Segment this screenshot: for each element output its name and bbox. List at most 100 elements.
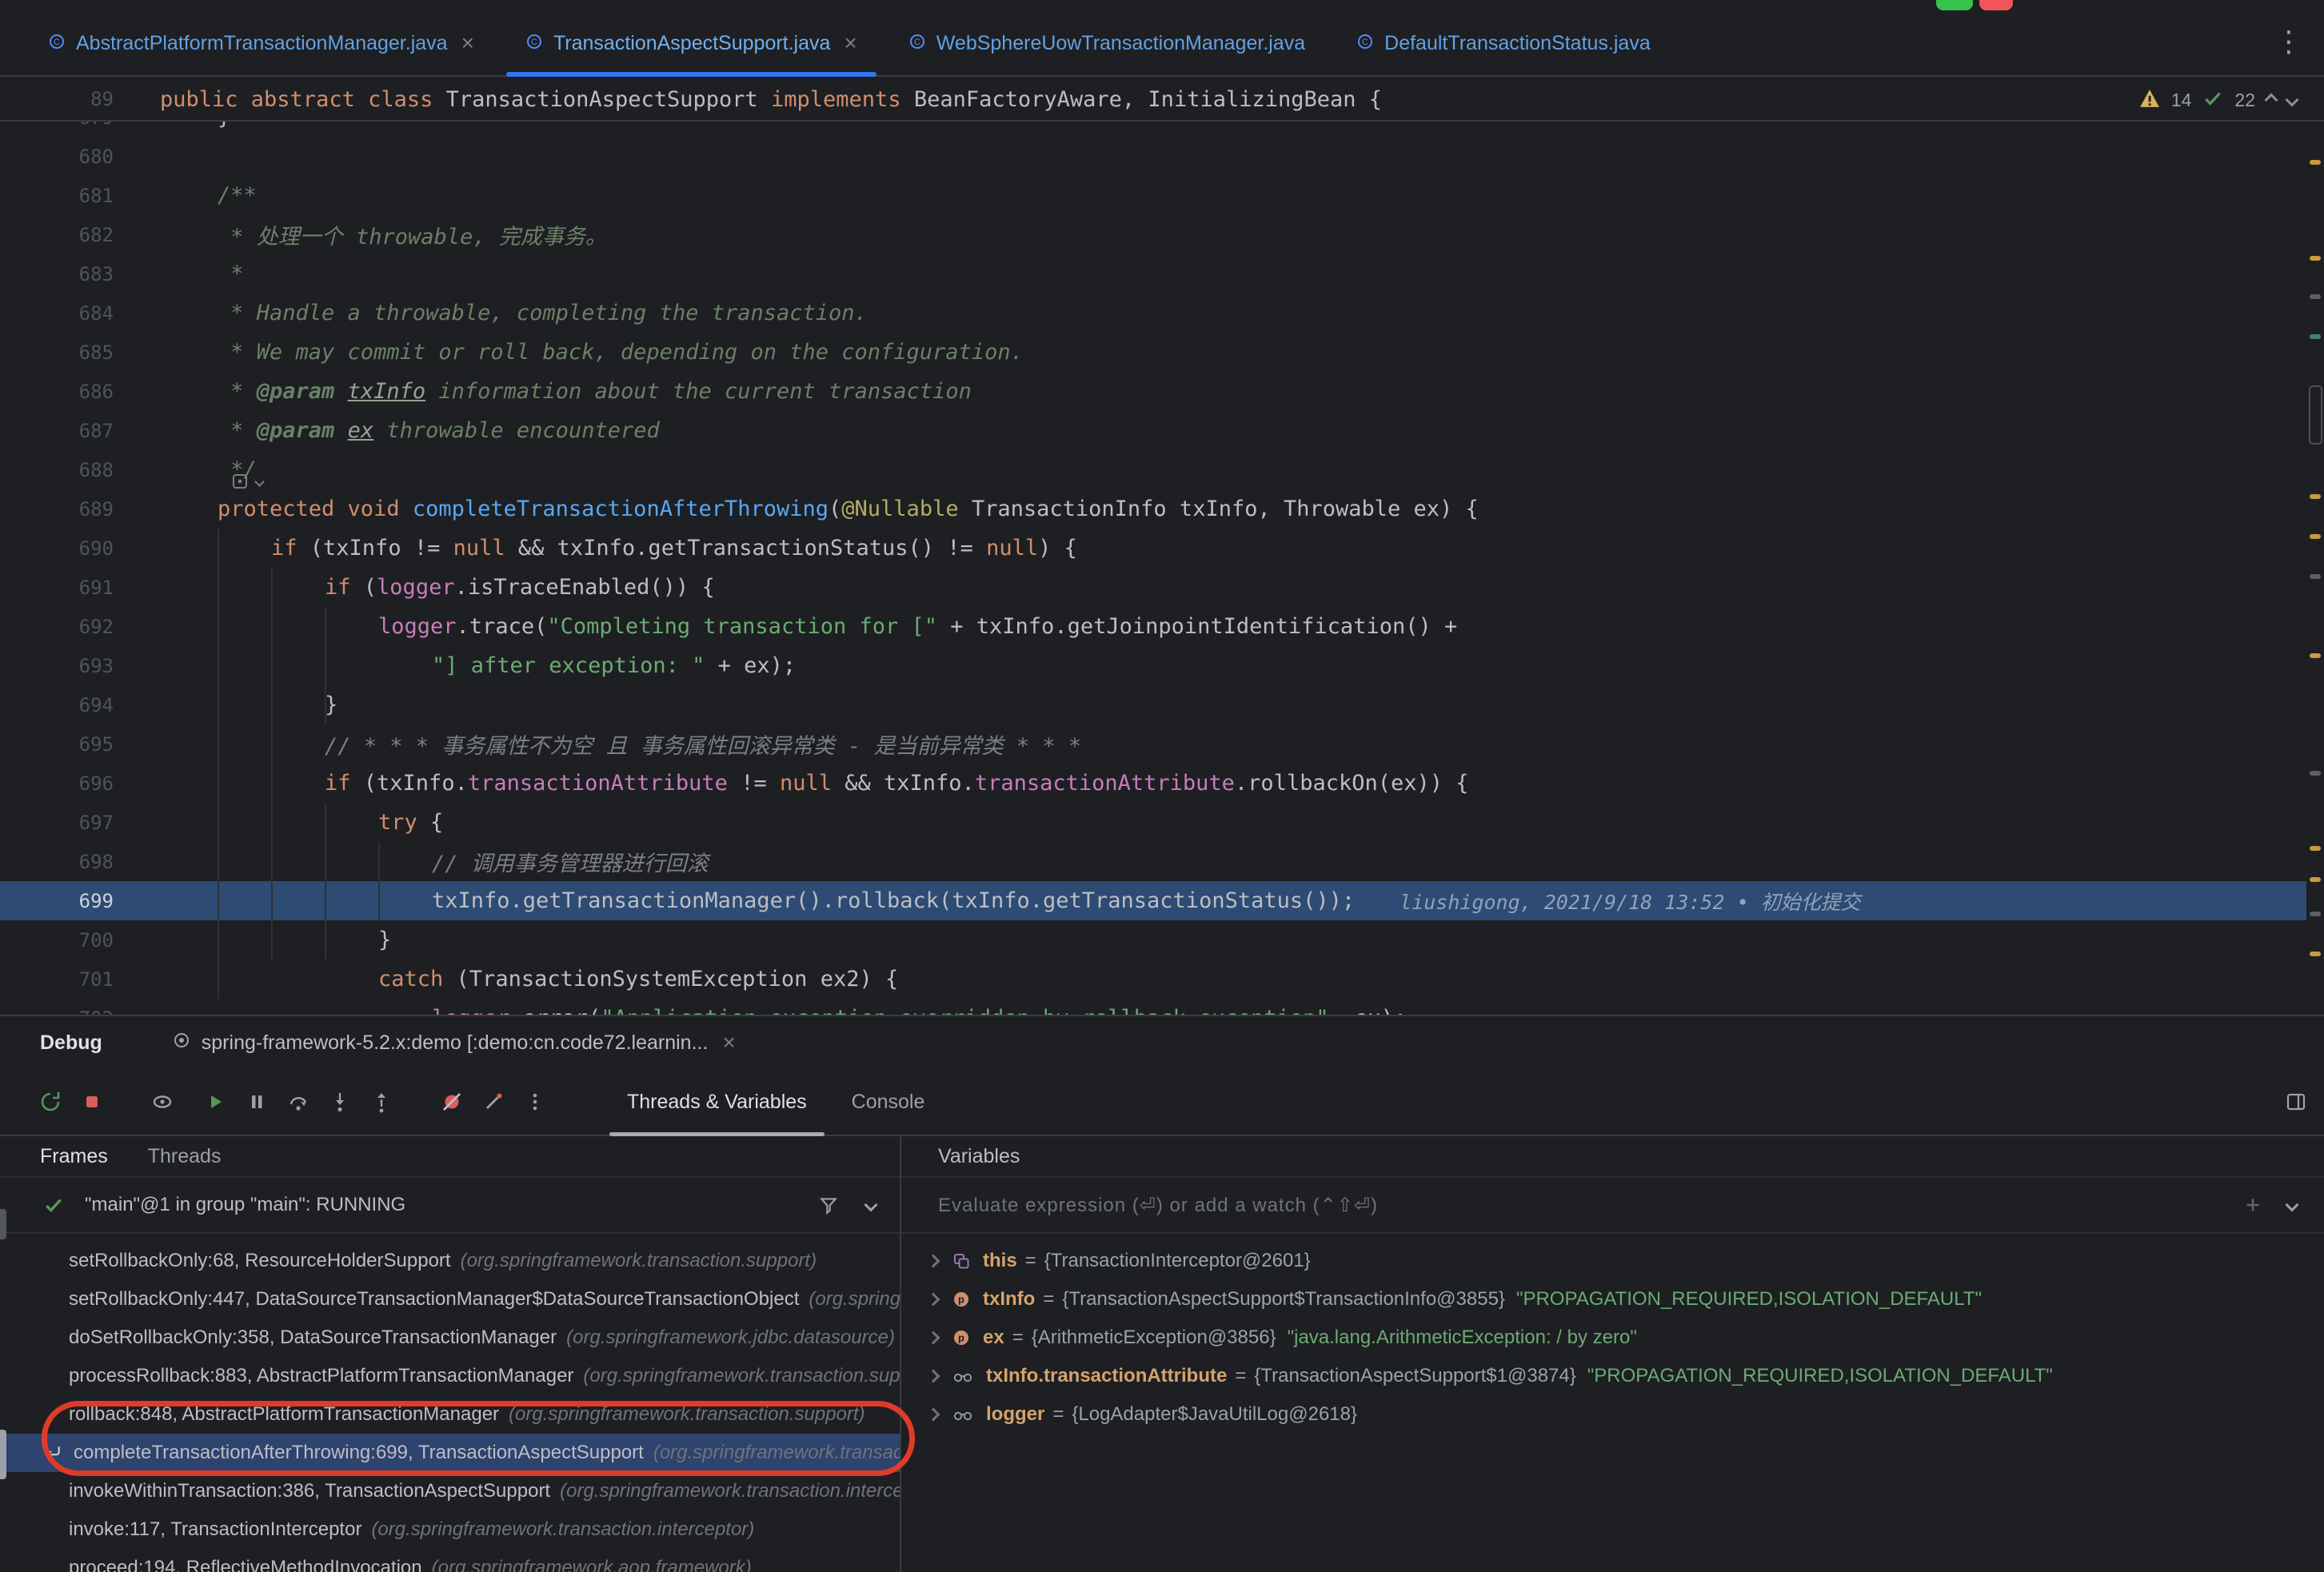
expand-chevron-icon[interactable] — [927, 1408, 940, 1422]
code-line[interactable]: 689protected void completeTransactionAft… — [0, 489, 2306, 529]
line-number[interactable]: 695 — [0, 733, 160, 756]
expand-chevron-icon[interactable] — [927, 1255, 940, 1268]
code-line[interactable]: 691if (logger.isTraceEnabled()) { — [0, 568, 2306, 607]
layout-settings-icon[interactable] — [2284, 1090, 2308, 1114]
line-number[interactable]: 699 — [0, 890, 160, 912]
variable-row[interactable]: this={TransactionInterceptor@2601} — [901, 1242, 2324, 1280]
code-line[interactable]: 683 * — [0, 254, 2306, 293]
close-icon[interactable]: × — [461, 32, 474, 54]
editor-tab[interactable]: CWebSphereUowTransactionManager.java — [883, 11, 1331, 75]
code-line[interactable]: 698// 调用事务管理器进行回滚 — [0, 842, 2306, 881]
line-number[interactable]: 689 — [0, 498, 160, 521]
line-number[interactable]: 684 — [0, 302, 160, 325]
variable-row[interactable]: logger={LogAdapter$JavaUtilLog@2618} — [901, 1395, 2324, 1434]
variable-row[interactable]: ptxInfo={TransactionAspectSupport$Transa… — [901, 1280, 2324, 1319]
code-line[interactable]: 685 * We may commit or roll back, depend… — [0, 333, 2306, 372]
evaluate-expression-input[interactable]: Evaluate expression (⏎) or add a watch (… — [901, 1178, 2324, 1234]
debug-session-tab[interactable]: spring-framework-5.2.x:demo [:demo:cn.co… — [173, 1031, 736, 1055]
pencil-slash-icon[interactable] — [481, 1090, 505, 1114]
rerun-icon[interactable] — [38, 1090, 62, 1114]
line-number[interactable]: 702 — [0, 1007, 160, 1015]
line-number[interactable]: 693 — [0, 655, 160, 677]
line-number[interactable]: 700 — [0, 929, 160, 952]
code-editor[interactable]: 679} 680 681/**682 * 处理一个 throwable, 完成事务。… — [0, 122, 2324, 1015]
variable-row[interactable]: pex={ArithmeticException@3856}"java.lang… — [901, 1319, 2324, 1357]
line-number[interactable]: 685 — [0, 341, 160, 364]
code-line[interactable]: 681/** — [0, 176, 2306, 215]
tab-threads-variables[interactable]: Threads & Variables — [605, 1069, 829, 1135]
code-line[interactable]: 686 * @param txInfo information about th… — [0, 372, 2306, 411]
code-line[interactable]: 687 * @param ex throwable encountered — [0, 411, 2306, 450]
error-stripe-mark[interactable] — [2310, 334, 2321, 339]
code-line[interactable]: 696if (txInfo.transactionAttribute != nu… — [0, 764, 2306, 803]
error-stripe-mark[interactable] — [2310, 952, 2321, 956]
code-line[interactable]: 692logger.trace("Completing transaction … — [0, 607, 2306, 646]
code-line[interactable]: 702logger.error("Application exception o… — [0, 999, 2306, 1015]
frame-row[interactable]: doSetRollbackOnly:358, DataSourceTransac… — [0, 1319, 900, 1357]
stop-icon[interactable] — [80, 1090, 104, 1114]
line-number[interactable]: 688 — [0, 459, 160, 481]
sticky-header-line[interactable]: 89 public abstract class TransactionAspe… — [0, 78, 2324, 122]
code-line[interactable]: 700} — [0, 920, 2306, 960]
frame-row[interactable]: invokeWithinTransaction:386, Transaction… — [0, 1472, 900, 1510]
error-stripe-mark[interactable] — [2310, 846, 2321, 851]
frame-row[interactable]: processRollback:883, AbstractPlatformTra… — [0, 1357, 900, 1395]
mute-breakpoints-icon[interactable] — [440, 1090, 464, 1114]
frame-row[interactable]: rollback:848, AbstractPlatformTransactio… — [0, 1395, 900, 1434]
line-number[interactable]: 681 — [0, 185, 160, 207]
close-icon[interactable]: × — [844, 32, 857, 54]
editor-tab[interactable]: CDefaultTransactionStatus.java — [1331, 11, 1676, 75]
close-icon[interactable]: × — [722, 1031, 735, 1054]
more-icon[interactable] — [523, 1090, 547, 1114]
step-over-icon[interactable] — [286, 1090, 310, 1114]
step-out-icon[interactable] — [369, 1090, 393, 1114]
error-stripe-mark[interactable] — [2310, 160, 2321, 165]
code-line[interactable]: 682 * 处理一个 throwable, 完成事务。 — [0, 215, 2306, 254]
next-problem-icon[interactable] — [2286, 94, 2299, 107]
line-number[interactable]: 692 — [0, 616, 160, 638]
frame-row[interactable]: proceed:194, ReflectiveMethodInvocation(… — [0, 1549, 900, 1572]
error-stripe-mark[interactable] — [2310, 534, 2321, 539]
line-number[interactable]: 686 — [0, 381, 160, 403]
frame-row[interactable]: invoke:117, TransactionInterceptor(org.s… — [0, 1510, 900, 1549]
frame-row[interactable]: setRollbackOnly:68, ResourceHolderSuppor… — [0, 1242, 900, 1280]
code-line[interactable]: 701catch (TransactionSystemException ex2… — [0, 960, 2306, 999]
tab-threads[interactable]: Threads — [148, 1145, 222, 1168]
inspections-widget[interactable]: 14 22 — [2139, 78, 2297, 122]
window-button-green[interactable] — [1936, 0, 1973, 10]
editor-tab[interactable]: CAbstractPlatformTransactionManager.java… — [22, 11, 500, 75]
filter-icon[interactable] — [818, 1195, 839, 1215]
expand-chevron-icon[interactable] — [927, 1331, 940, 1345]
editor-tab[interactable]: CTransactionAspectSupport.java× — [500, 11, 883, 75]
code-line[interactable]: 694} — [0, 685, 2306, 724]
line-number[interactable]: 680 — [0, 146, 160, 168]
more-options-icon[interactable]: ⋮ — [2274, 26, 2303, 58]
thread-selector[interactable]: "main"@1 in group "main": RUNNING — [0, 1178, 900, 1234]
line-number[interactable]: 697 — [0, 812, 160, 834]
prev-problem-icon[interactable] — [2265, 94, 2278, 107]
expand-chevron-icon[interactable] — [927, 1370, 940, 1383]
window-button-red[interactable] — [1979, 0, 2013, 10]
expand-chevron-icon[interactable] — [927, 1293, 940, 1307]
error-stripe-mark[interactable] — [2310, 912, 2321, 916]
chevron-down-icon[interactable] — [2286, 1199, 2299, 1212]
line-number[interactable]: 696 — [0, 772, 160, 795]
error-stripe-mark[interactable] — [2310, 294, 2321, 299]
step-into-icon[interactable] — [328, 1090, 352, 1114]
code-line[interactable]: 697try { — [0, 803, 2306, 842]
scrollbar-thumb[interactable] — [2309, 385, 2322, 445]
code-line[interactable]: 699txInfo.getTransactionManager().rollba… — [0, 881, 2306, 920]
error-stripe-mark[interactable] — [2310, 771, 2321, 776]
line-number[interactable]: 691 — [0, 577, 160, 599]
eye-icon[interactable] — [150, 1090, 174, 1114]
code-line[interactable]: 680 — [0, 137, 2306, 176]
error-stripe-mark[interactable] — [2310, 653, 2321, 658]
tab-frames[interactable]: Frames — [40, 1145, 108, 1168]
code-line[interactable]: 679} — [0, 122, 2306, 137]
line-number[interactable]: 682 — [0, 224, 160, 246]
line-number[interactable]: 701 — [0, 968, 160, 991]
error-stripe-mark[interactable] — [2310, 877, 2321, 882]
code-line[interactable]: 690if (txInfo != null && txInfo.getTrans… — [0, 529, 2306, 568]
line-number[interactable]: 690 — [0, 537, 160, 560]
error-stripe[interactable] — [2306, 122, 2324, 1015]
